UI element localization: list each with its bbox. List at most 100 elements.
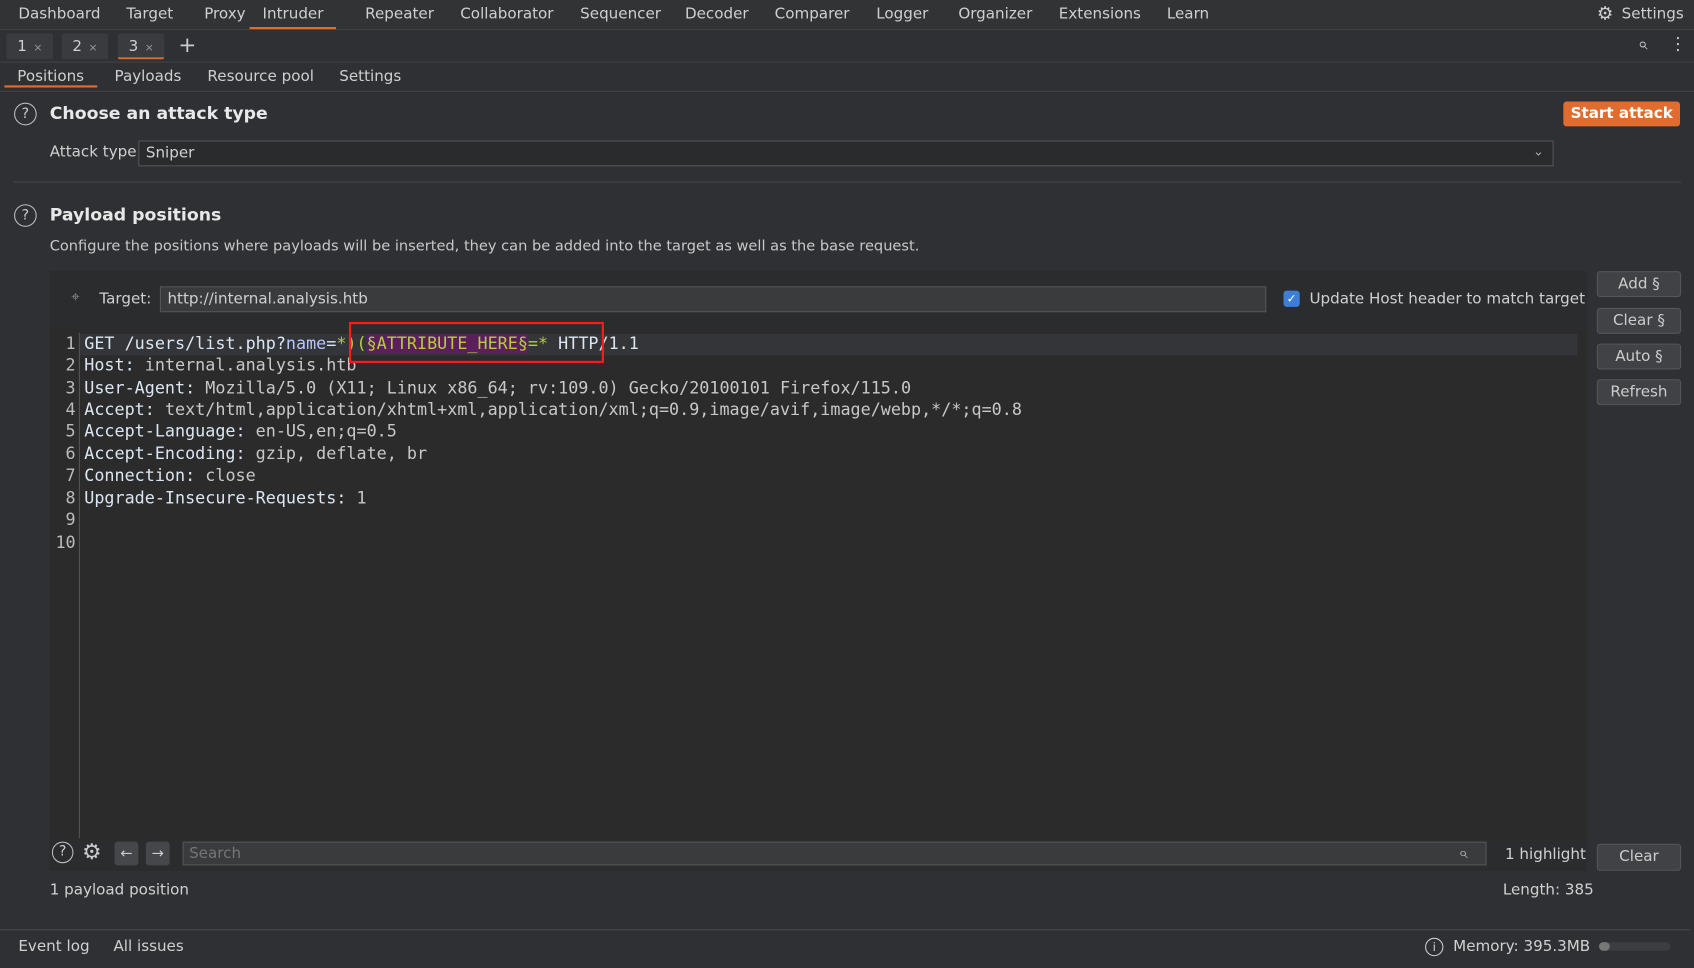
auto-section-button[interactable]: Auto § <box>1596 343 1682 370</box>
header-key: User-Agent <box>84 378 186 398</box>
line-number: 7 <box>65 465 76 486</box>
header-line: User-Agent: Mozilla/5.0 (X11; Linux x86_… <box>84 378 912 398</box>
header-key: Connection <box>84 465 186 486</box>
tab-label: 1 <box>17 37 27 56</box>
search-bar: ? ⚙ ← → ⌕ 1 highlight <box>49 838 1588 871</box>
info-icon: i <box>1425 937 1444 957</box>
forward-arrow-icon[interactable]: → <box>145 841 170 866</box>
search-icon[interactable]: ⌕ <box>1459 843 1468 862</box>
all-issues-button[interactable]: All issues <box>113 938 183 955</box>
event-log-button[interactable]: Event log <box>18 938 89 955</box>
highlight-count: 1 highlight <box>1504 845 1586 864</box>
clear-section-button[interactable]: Clear § <box>1596 307 1682 334</box>
add-section-button[interactable]: Add § <box>1596 271 1682 298</box>
request-length: Length: 385 <box>1502 881 1594 899</box>
menu-intruder[interactable]: Intruder <box>249 5 337 30</box>
menu-extensions[interactable]: Extensions <box>1059 5 1141 22</box>
intruder-sub-tabs: Positions Payloads Resource pool Setting… <box>0 63 1694 92</box>
header-key: Accept-Encoding <box>84 444 236 464</box>
memory-bar <box>1598 942 1671 951</box>
header-line: Host: internal.analysis.htb <box>84 355 357 375</box>
line-number: 4 <box>65 399 76 420</box>
attack-type-select[interactable]: Sniper ⌄ <box>138 140 1554 167</box>
request-tab-2[interactable]: 2 × <box>61 33 109 60</box>
tab-payloads[interactable]: Payloads <box>115 68 182 85</box>
tab-resource-pool[interactable]: Resource pool <box>207 68 313 85</box>
crosshair-icon: ⌖ <box>71 288 80 306</box>
target-value: http://internal.analysis.htb <box>167 290 368 308</box>
close-icon[interactable]: × <box>145 42 154 54</box>
line-number: 6 <box>65 444 76 464</box>
search-icon[interactable]: ⌕ <box>1638 33 1648 55</box>
menu-organizer[interactable]: Organizer <box>958 5 1032 22</box>
menu-learn[interactable]: Learn <box>1167 5 1209 22</box>
method-path: GET /users/list.php? <box>84 333 286 354</box>
header-key: Accept <box>84 399 145 420</box>
close-icon[interactable]: × <box>33 42 42 54</box>
line-number: 2 <box>65 355 76 375</box>
header-value: en-US,en;q=0.5 <box>255 421 397 441</box>
settings-button[interactable]: Settings <box>1622 5 1684 22</box>
more-options-icon[interactable]: ⋮ <box>1669 33 1686 54</box>
target-bar: ⌖ Target: http://internal.analysis.htb ✓… <box>49 271 1588 328</box>
gear-icon[interactable]: ⚙ <box>82 838 101 864</box>
menu-comparer[interactable]: Comparer <box>775 5 850 22</box>
update-host-checkbox[interactable]: ✓ <box>1283 290 1300 307</box>
menu-logger[interactable]: Logger <box>876 5 928 22</box>
request-tabs: 1 × 2 × 3 × + ⌕ ⋮ <box>0 30 1694 63</box>
header-line: Connection: close <box>84 465 256 486</box>
help-icon[interactable]: ? <box>14 102 37 126</box>
header-key: Accept-Language <box>84 421 236 441</box>
param-name: name <box>285 333 327 354</box>
line-number: 9 <box>65 509 76 530</box>
header-key: Upgrade-Insecure-Requests <box>84 488 337 508</box>
header-value: 1 <box>356 488 367 508</box>
start-attack-button[interactable]: Start attack <box>1563 101 1681 127</box>
line-number: 1 <box>65 333 76 354</box>
attack-type-label: Attack type: <box>49 143 142 161</box>
payload-position-count: 1 payload position <box>49 881 190 899</box>
request-tab-3[interactable]: 3 × <box>117 33 165 60</box>
target-input[interactable]: http://internal.analysis.htb <box>159 286 1267 313</box>
refresh-button[interactable]: Refresh <box>1596 379 1682 406</box>
update-host-label: Update Host header to match target <box>1309 290 1586 308</box>
target-label: Target: <box>99 290 152 308</box>
gear-icon[interactable]: ⚙ <box>1597 3 1613 25</box>
tab-positions[interactable]: Positions <box>4 68 98 88</box>
menu-proxy[interactable]: Proxy <box>204 5 245 22</box>
header-value: Mozilla/5.0 (X11; Linux x86_64; rv:109.0… <box>205 378 912 398</box>
header-value: internal.analysis.htb <box>144 355 357 375</box>
menu-collaborator[interactable]: Collaborator <box>460 5 553 22</box>
help-icon[interactable]: ? <box>51 841 74 864</box>
attack-type-value: Sniper <box>145 144 195 163</box>
close-icon[interactable]: × <box>89 42 98 54</box>
header-value: close <box>205 465 256 486</box>
tab-label: 3 <box>128 37 139 56</box>
add-tab-icon[interactable]: + <box>178 31 196 57</box>
main-menu-bar: Dashboard Target Proxy Intruder Repeater… <box>0 0 1694 31</box>
tab-settings[interactable]: Settings <box>339 68 401 85</box>
chevron-down-icon: ⌄ <box>1533 143 1544 159</box>
header-key: Host <box>84 355 125 375</box>
search-input[interactable] <box>182 841 1487 866</box>
header-value: gzip, deflate, br <box>255 444 428 464</box>
line-number: 5 <box>65 421 76 441</box>
line-number: 10 <box>55 532 76 553</box>
menu-dashboard[interactable]: Dashboard <box>18 5 100 22</box>
menu-sequencer[interactable]: Sequencer <box>580 5 661 22</box>
request-tab-1[interactable]: 1 × <box>6 33 54 60</box>
menu-decoder[interactable]: Decoder <box>685 5 749 22</box>
clear-search-button[interactable]: Clear <box>1596 843 1682 871</box>
menu-target[interactable]: Target <box>126 5 173 22</box>
back-arrow-icon[interactable]: ← <box>114 841 139 866</box>
gutter-divider <box>78 332 80 839</box>
payload-positions-description: Configure the positions where payloads w… <box>49 237 920 255</box>
help-icon[interactable]: ? <box>14 204 37 227</box>
divider <box>12 181 1682 183</box>
menu-repeater[interactable]: Repeater <box>365 5 434 22</box>
header-line: Accept-Language: en-US,en;q=0.5 <box>84 421 397 441</box>
header-line: Accept: text/html,application/xhtml+xml,… <box>84 399 1022 420</box>
line-number: 8 <box>65 488 76 508</box>
equals: = <box>326 333 337 354</box>
header-line: Upgrade-Insecure-Requests: 1 <box>84 488 367 508</box>
